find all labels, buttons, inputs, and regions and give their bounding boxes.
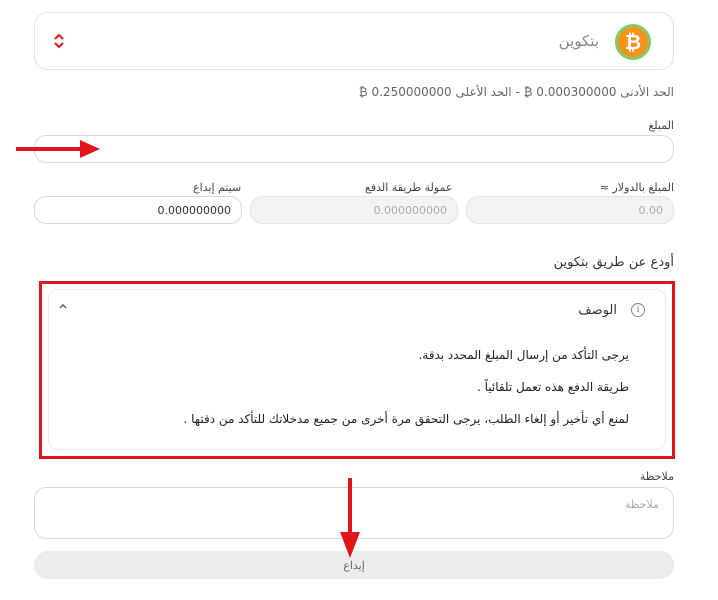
description-line-1: يرجى التأكد من إرسال المبلغ المحدد بدقة. — [418, 348, 629, 362]
description-panel: i الوصف يرجى التأكد من إرسال المبلغ المح… — [39, 281, 675, 459]
amount-input[interactable] — [34, 135, 674, 163]
currency-select[interactable]: ₿ بتكوين — [34, 12, 674, 70]
description-line-3: لمنع أي تأخير أو إلغاء الطلب، يرجى التحق… — [183, 412, 629, 426]
description-title: الوصف — [578, 303, 617, 318]
to-deposit-field: 0.000000000 — [34, 196, 242, 224]
amount-label: المبلغ — [648, 119, 674, 132]
fee-field: 0.000000000 — [250, 196, 458, 224]
info-icon: i — [631, 303, 645, 317]
note-label: ملاحظة — [639, 470, 674, 483]
amount-usd-field: 0.00 — [466, 196, 674, 224]
down-arrow-icon — [340, 478, 360, 558]
description-inner: i الوصف يرجى التأكد من إرسال المبلغ المح… — [48, 289, 666, 450]
fee-label: عمولة طريقة الدفع — [365, 181, 453, 194]
to-deposit-label: سيتم إيداع — [193, 181, 242, 194]
bitcoin-icon: ₿ — [615, 24, 651, 60]
limits-text: الحد الأدنى 0.000300000 ₿ - الحد الأعلى … — [358, 85, 674, 99]
chevron-up-icon[interactable] — [57, 300, 69, 312]
description-line-2: طريقة الدفع هذه تعمل تلقائياً . — [476, 380, 629, 394]
chevron-updown-icon[interactable] — [53, 31, 65, 51]
right-arrow-icon — [16, 140, 100, 158]
currency-name: بتكوين — [558, 32, 599, 50]
amount-usd-label: المبلغ بالدولار ≈ — [599, 181, 674, 194]
deposit-via-title: أودع عن طريق بتكوين — [553, 255, 674, 270]
